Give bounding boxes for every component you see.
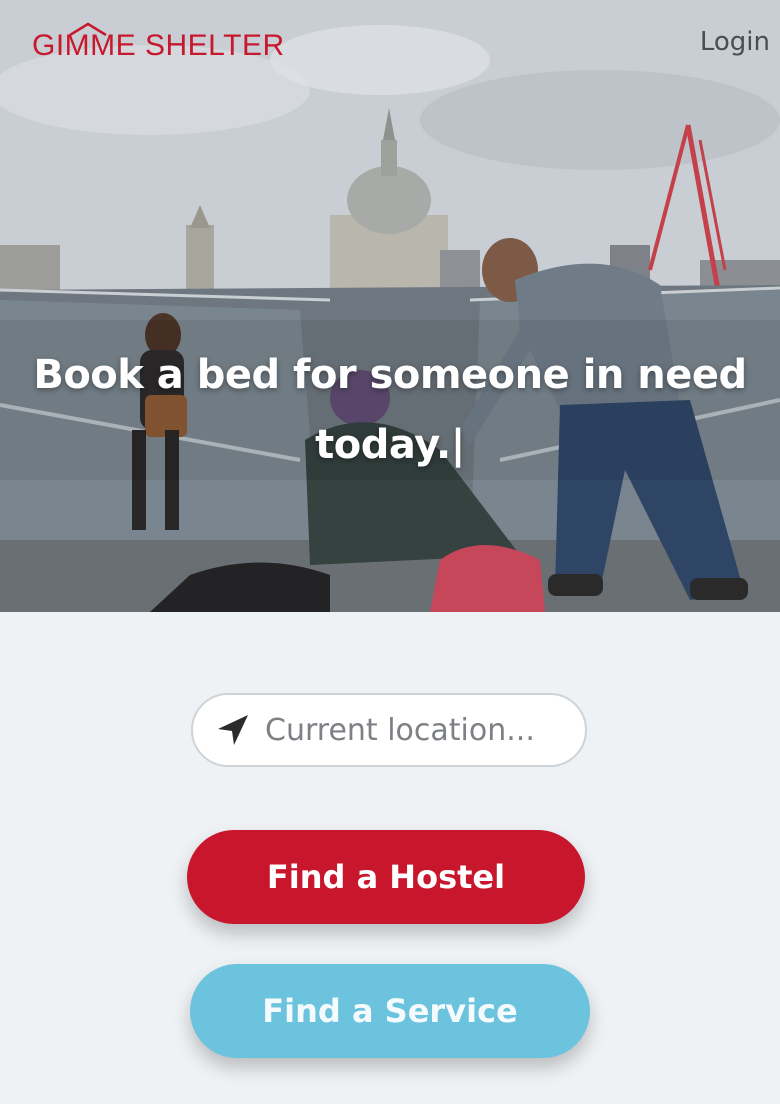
location-input[interactable] [263,711,567,749]
hero-headline-line2: today.| [315,422,465,468]
hero-headline-line1: Book a bed for someone in need [33,352,747,398]
hero-headline: Book a bed for someone in need today.| [0,340,780,480]
logo-roof-icon [69,22,107,36]
hero-photo [0,0,780,612]
find-hostel-button[interactable]: Find a Hostel [187,830,585,924]
find-service-button[interactable]: Find a Service [190,964,590,1058]
location-arrow-icon[interactable] [215,712,251,748]
hero-banner: GIMME SHELTER Login Book a bed for someo… [0,0,780,612]
location-search-field[interactable] [191,693,587,767]
login-link[interactable]: Login [700,26,770,58]
